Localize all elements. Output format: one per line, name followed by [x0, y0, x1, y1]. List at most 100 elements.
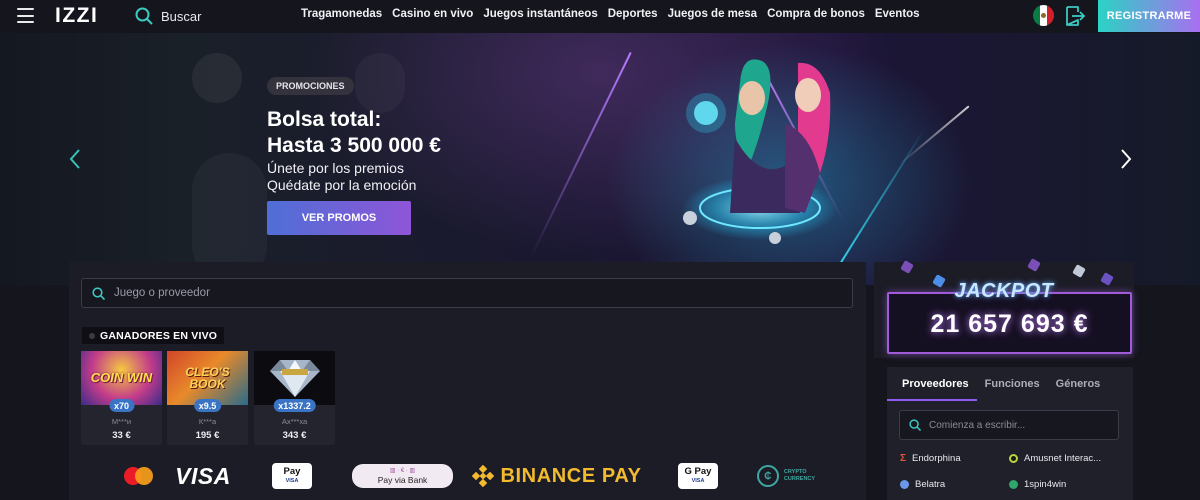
nav-item-events[interactable]: Eventos [875, 8, 920, 20]
main-nav: Tragamonedas Casino en vivo Juegos insta… [301, 8, 920, 20]
winner-username: M***и [111, 417, 132, 426]
promotions-badge: PROMOCIONES [267, 77, 354, 95]
search-icon [135, 7, 153, 25]
provider-search-input[interactable]: Comienza a escribir... [899, 410, 1119, 440]
banner-title-line2: Hasta 3 500 000 € [267, 134, 441, 157]
game-search-input[interactable]: Juego o proveedor [81, 278, 853, 308]
google-pay-visa-label: VISA [691, 478, 705, 484]
provider-item-endorphina[interactable]: Σ Endorphina [900, 453, 961, 464]
tab-providers[interactable]: Proveedores [887, 367, 977, 401]
diamond-icon [269, 360, 320, 397]
banner-decor-shape [355, 53, 405, 113]
mexico-flag-icon[interactable] [1033, 5, 1054, 26]
google-pay-logo: G Pay VISA [677, 462, 719, 490]
1spin4win-icon [1009, 480, 1018, 489]
crypto-currency-logo: ₵ CRYPTO CURRENCY [756, 462, 816, 490]
banner-next-arrow[interactable] [1118, 148, 1134, 170]
winner-card[interactable]: CLEO'S BOOK x9.5 К***а 195 € [167, 351, 248, 445]
live-winners-title: GANADORES EN VIVO [100, 329, 218, 342]
providers-panel: Proveedores Funciones Géneros Comienza a… [887, 367, 1133, 500]
game-thumbnail-coin-win: COIN WIN [81, 351, 162, 405]
search-icon [92, 286, 105, 300]
crypto-label-line2: CURRENCY [783, 476, 816, 482]
binance-pay-label: BINANCE PAY [500, 464, 642, 487]
search-button[interactable]: Buscar [135, 5, 201, 27]
google-pay-label: G Pay [684, 466, 712, 477]
apple-pay-label: Pay [283, 466, 301, 477]
nav-item-slots[interactable]: Tragamonedas [301, 8, 382, 20]
game-title: CLEO'S BOOK [185, 365, 230, 391]
belatra-icon [900, 480, 909, 489]
winner-username: К***а [198, 417, 217, 426]
nav-item-instant-games[interactable]: Juegos instantáneos [483, 8, 597, 20]
dice-icon [1072, 264, 1086, 278]
provider-label: Belatra [915, 479, 946, 490]
visa-logo: VISA [173, 462, 233, 490]
banner-title-line1: Bolsa total: [267, 108, 382, 131]
crypto-coin-icon: ₵ [756, 465, 779, 487]
apple-pay-logo: Pay VISA [271, 462, 313, 490]
banner-light-beam [529, 51, 632, 260]
games-panel: Juego o proveedor GANADORES EN VIVO COIN… [69, 262, 866, 500]
mastercard-logo [122, 462, 156, 490]
banner-title: Bolsa total: Hasta 3 500 000 € [267, 107, 441, 159]
game-search-placeholder: Juego o proveedor [114, 287, 210, 299]
amusnet-icon [1009, 454, 1018, 463]
binance-pay-logo: BINANCE PAY [471, 462, 643, 490]
provider-label: 1spin4win [1024, 479, 1067, 490]
register-button[interactable]: REGISTRARME [1098, 0, 1200, 32]
nav-item-bonus-buy[interactable]: Compra de bonos [767, 8, 865, 20]
search-icon [909, 419, 921, 431]
winner-amount: 33 € [112, 430, 131, 441]
site-logo[interactable]: IZZI [55, 4, 98, 28]
banner-light-beam [899, 105, 970, 165]
multiplier-badge: x9.5 [193, 399, 222, 412]
winner-amount: 343 € [282, 430, 307, 441]
bank-icon: ▥ · € · ▥ [389, 468, 416, 474]
top-header: IZZI Buscar Tragamonedas Casino en vivo … [0, 0, 1200, 32]
visa-label: VISA [175, 462, 231, 489]
game-thumbnail-cleos-book: CLEO'S BOOK [167, 351, 248, 405]
search-label: Buscar [161, 8, 202, 24]
binance-icon [472, 465, 495, 487]
crypto-label-line1: CRYPTO [783, 469, 807, 475]
winner-card[interactable]: COIN WIN x70 M***и 33 € [81, 351, 162, 445]
promo-banner: PROMOCIONES Bolsa total: Hasta 3 500 000… [0, 33, 1200, 285]
provider-item-amusnet[interactable]: Amusnet Interac... [1009, 453, 1101, 464]
jackpot-widget[interactable]: JACKPOT 21 657 693 € [874, 258, 1134, 358]
provider-item-belatra[interactable]: Belatra [900, 479, 945, 490]
menu-icon[interactable] [17, 8, 34, 23]
tab-features[interactable]: Funciones [977, 367, 1048, 401]
winner-username: Ах***ха [281, 417, 308, 426]
apple-pay-visa-label: VISA [285, 478, 299, 484]
banner-prev-arrow[interactable] [67, 148, 83, 170]
multiplier-badge: x1337.2 [273, 399, 316, 412]
game-title: COIN WIN [90, 370, 153, 385]
nav-item-live-casino[interactable]: Casino en vivo [392, 8, 473, 20]
banner-light-beam [839, 127, 926, 265]
banner-subtitle-line2: Quédate por la emoción [267, 176, 417, 193]
banner-characters-illustration [682, 59, 838, 244]
provider-item-1spin4win[interactable]: 1spin4win [1009, 479, 1066, 490]
winner-amount: 195 € [195, 430, 220, 441]
dice-icon [900, 260, 914, 274]
nav-item-table-games[interactable]: Juegos de mesa [668, 8, 757, 20]
view-promos-button[interactable]: VER PROMOS [267, 201, 411, 235]
nav-item-sports[interactable]: Deportes [608, 8, 658, 20]
banner-subtitle-line1: Únete por los premios [267, 160, 404, 176]
winner-card[interactable]: x1337.2 Ах***ха 343 € [254, 351, 335, 445]
live-winners-header: GANADORES EN VIVO [82, 327, 225, 344]
providers-tabs: Proveedores Funciones Géneros [887, 367, 1133, 401]
banner-subtitle: Únete por los premios Quédate por la emo… [267, 160, 416, 193]
multiplier-badge: x70 [108, 399, 135, 412]
jackpot-title: JACKPOT [954, 280, 1054, 302]
provider-label: Amusnet Interac... [1024, 453, 1102, 464]
endorphina-icon: Σ [900, 453, 907, 464]
jackpot-amount: 21 657 693 € [930, 310, 1089, 338]
provider-search-placeholder: Comienza a escribir... [929, 419, 1026, 431]
live-indicator-icon [89, 332, 95, 339]
banner-decor-orb [192, 53, 242, 103]
login-icon[interactable] [1063, 4, 1087, 28]
tab-genres[interactable]: Géneros [1048, 367, 1109, 401]
provider-label: Endorphina [912, 453, 961, 464]
